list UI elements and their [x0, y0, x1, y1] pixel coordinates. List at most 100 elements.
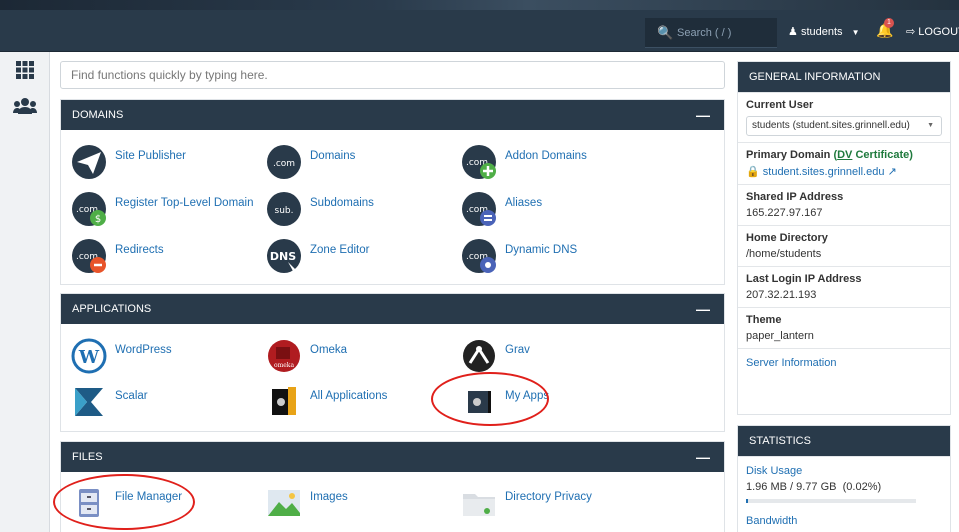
- collapse-icon[interactable]: —: [696, 294, 710, 324]
- svg-text:$: $: [95, 214, 101, 225]
- lock-icon: 🔒: [746, 166, 760, 178]
- top-bar: 🔍 ♟ students ▼ 🔔 1 ⇨ LOGOUT: [0, 0, 959, 52]
- shared-ip-label: Shared IP Address: [746, 191, 844, 203]
- chevron-down-icon: ▼: [927, 122, 934, 129]
- omeka-icon: omeka: [268, 340, 300, 372]
- notifications-button[interactable]: 🔔 1: [876, 18, 894, 39]
- left-rail: [0, 52, 50, 532]
- scalar-icon: [75, 388, 103, 416]
- server-information-row: Server Information: [738, 348, 950, 375]
- home-directory-row: Home Directory /home/students: [738, 225, 950, 266]
- server-information-link[interactable]: Server Information: [746, 357, 836, 369]
- image-icon: [268, 490, 300, 516]
- files-panel-header[interactable]: FILES —: [61, 442, 724, 472]
- theme-row: Theme paper_lantern: [738, 307, 950, 348]
- subdomain-icon: sub.: [267, 192, 301, 226]
- logout-label: LOGOUT: [918, 26, 959, 38]
- addon-domain-icon: .com: [462, 145, 496, 179]
- user-icon: ♟: [788, 26, 798, 38]
- user-menu-label: students: [800, 26, 843, 38]
- notification-badge: 1: [884, 18, 894, 28]
- collapse-icon[interactable]: —: [696, 442, 710, 472]
- applications-panel-header[interactable]: APPLICATIONS —: [61, 294, 724, 324]
- folder-lock-icon: [463, 494, 495, 516]
- disk-usage-link[interactable]: Disk Usage: [746, 465, 942, 477]
- users-icon[interactable]: [13, 96, 37, 116]
- dynamic-dns-icon: .com: [462, 239, 496, 273]
- chevron-down-icon: ▼: [851, 28, 860, 37]
- zone-editor-label: Zone Editor: [310, 244, 370, 256]
- current-user-value: students (student.sites.grinnell.edu): [752, 120, 910, 131]
- user-menu[interactable]: ♟ students ▼: [788, 25, 860, 38]
- grav-label: Grav: [505, 344, 530, 356]
- dynamic-dns-label: Dynamic DNS: [505, 244, 578, 256]
- primary-domain-row: Primary Domain (DV Certificate) 🔒 studen…: [738, 142, 950, 184]
- statistics-title: STATISTICS: [738, 426, 950, 456]
- top-bar-divider: [0, 51, 959, 52]
- shared-ip-value: 165.227.97.167: [746, 207, 823, 219]
- bandwidth-link[interactable]: Bandwidth: [746, 515, 942, 527]
- paper-plane-icon: [72, 145, 106, 179]
- svg-text:W: W: [78, 347, 100, 368]
- statistics-panel: STATISTICS Disk Usage 1.96 MB / 9.77 GB …: [737, 425, 951, 532]
- home-directory-label: Home Directory: [746, 232, 828, 244]
- images-label: Images: [310, 491, 348, 503]
- current-user-row: Current User students (student.sites.gri…: [738, 92, 950, 142]
- primary-domain-value: student.sites.grinnell.edu: [762, 166, 885, 178]
- last-login-label: Last Login IP Address: [746, 273, 862, 285]
- current-user-select[interactable]: students (student.sites.grinnell.edu) ▼: [746, 116, 942, 136]
- domains-panel: DOMAINS — Site Publisher .com Domains .c…: [60, 99, 725, 285]
- domains-panel-header[interactable]: DOMAINS —: [61, 100, 724, 130]
- applications-panel-title: APPLICATIONS: [72, 303, 152, 315]
- external-link-icon: ↗: [887, 166, 897, 178]
- dv-certificate-link[interactable]: DV: [837, 149, 852, 161]
- domains-panel-title: DOMAINS: [72, 109, 124, 121]
- alias-icon: .com: [462, 192, 496, 226]
- general-information-title: GENERAL INFORMATION: [738, 62, 950, 92]
- scalar-label: Scalar: [115, 390, 148, 402]
- site-publisher-label: Site Publisher: [115, 150, 186, 162]
- aliases-label: Aliases: [505, 197, 543, 209]
- addon-domains-label: Addon Domains: [505, 150, 587, 162]
- wordpress-label: WordPress: [115, 344, 172, 356]
- svg-text:omeka: omeka: [274, 362, 294, 369]
- svg-text:DNS: DNS: [270, 250, 296, 263]
- wordpress-icon: W: [71, 338, 107, 374]
- subdomains-label: Subdomains: [310, 197, 374, 209]
- app-box-icon: [272, 387, 296, 415]
- svg-text:sub.: sub.: [275, 206, 294, 216]
- logout-button[interactable]: ⇨ LOGOUT: [906, 25, 959, 38]
- all-applications-label: All Applications: [310, 390, 388, 402]
- dotcom-icon: .com: [267, 145, 301, 179]
- redirect-icon: .com: [72, 239, 106, 273]
- applications-panel: APPLICATIONS — W WordPress omeka Omeka G…: [60, 293, 725, 432]
- grid-icon[interactable]: [15, 60, 35, 80]
- quick-function-search[interactable]: [60, 61, 725, 89]
- svg-text:.com: .com: [273, 159, 295, 169]
- disk-usage-progress: [746, 499, 916, 503]
- search-icon: 🔍: [657, 25, 674, 40]
- global-search-input[interactable]: [677, 24, 771, 42]
- global-search[interactable]: 🔍: [645, 18, 777, 48]
- shared-ip-row: Shared IP Address 165.227.97.167: [738, 184, 950, 225]
- omeka-label: Omeka: [310, 344, 348, 356]
- register-tld-label: Register Top-Level Domain: [115, 197, 254, 209]
- redirects-label: Redirects: [115, 244, 164, 256]
- register-domain-icon: .com $: [72, 192, 106, 226]
- files-panel-title: FILES: [72, 451, 103, 463]
- top-banner-strip: [0, 0, 959, 10]
- last-login-row: Last Login IP Address 207.32.21.193: [738, 266, 950, 307]
- last-login-value: 207.32.21.193: [746, 289, 817, 301]
- disk-usage-row: Disk Usage 1.96 MB / 9.77 GB (0.02%) Ban…: [738, 456, 950, 532]
- theme-label: Theme: [746, 314, 782, 326]
- theme-value: paper_lantern: [746, 330, 814, 342]
- domains-label: Domains: [310, 150, 356, 162]
- collapse-icon[interactable]: —: [696, 100, 710, 130]
- home-directory-value: /home/students: [746, 248, 822, 260]
- general-information-panel: GENERAL INFORMATION Current User student…: [737, 61, 951, 415]
- highlight-ring-my-apps: [431, 372, 549, 426]
- current-user-label: Current User: [746, 99, 814, 111]
- grav-icon: [463, 340, 495, 372]
- primary-domain-link[interactable]: 🔒 student.sites.grinnell.edu ↗: [746, 165, 942, 178]
- directory-privacy-label: Directory Privacy: [505, 491, 592, 503]
